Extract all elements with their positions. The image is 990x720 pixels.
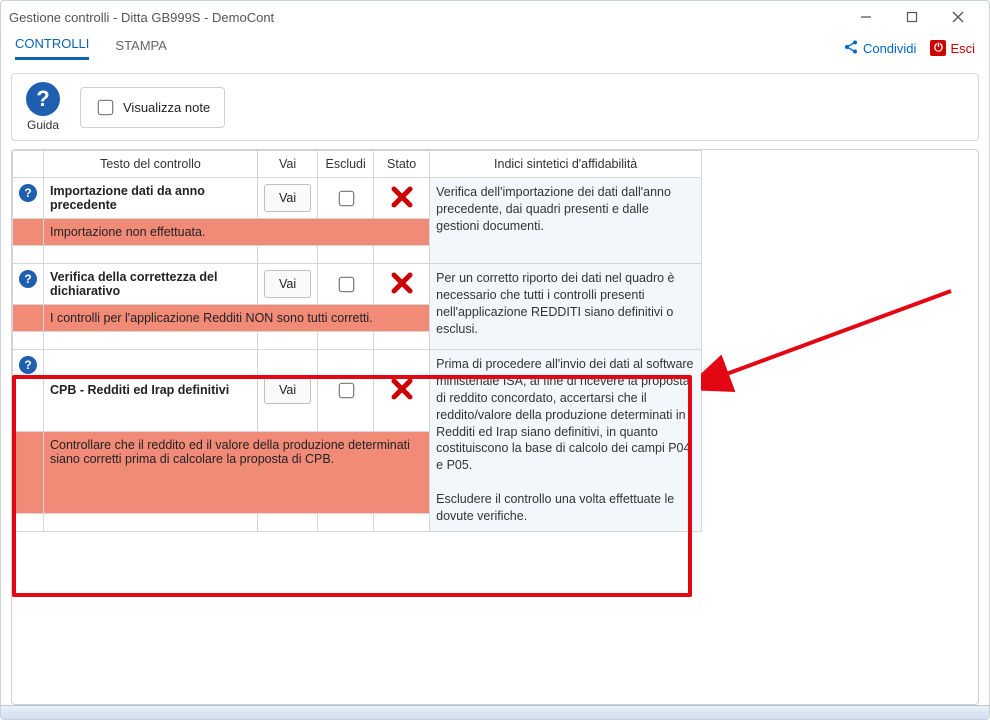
share-icon [843,39,859,58]
exclude-checkbox[interactable] [338,276,354,292]
fail-icon [390,377,414,404]
fail-icon [390,271,414,298]
share-label: Condividi [863,41,916,56]
header-testo: Testo del controllo [44,151,258,178]
tab-stampa[interactable]: STAMPA [115,38,167,59]
control-title: Importazione dati da anno precedente [44,178,258,219]
fail-icon [390,185,414,212]
power-icon: ⏻ [930,40,946,56]
share-button[interactable]: Condividi [843,39,916,58]
title-bar: Gestione controlli - Ditta GB999S - Demo… [1,1,989,33]
row-help-icon[interactable]: ? [19,184,37,202]
close-button[interactable] [935,1,981,33]
header-escludi: Escludi [318,151,374,178]
control-title: CPB - Redditi ed Irap definitivi [44,350,258,432]
status-cell [374,350,430,432]
control-description: Prima di procedere all'invio dei dati al… [430,350,702,532]
help-icon: ? [26,82,60,116]
row-help-icon[interactable]: ? [19,356,37,374]
visualizza-note-panel: Visualizza note [80,87,225,128]
vai-button[interactable]: Vai [264,270,311,298]
control-error: Importazione non effettuata. [44,219,430,246]
header-help [13,151,44,178]
row-help-icon[interactable]: ? [19,270,37,288]
visualizza-note-label: Visualizza note [123,100,210,115]
visualizza-note-checkbox[interactable] [98,99,114,115]
tab-controlli[interactable]: CONTROLLI [15,36,89,60]
exclude-checkbox[interactable] [338,383,354,399]
header-indici: Indici sintetici d'affidabilità [430,151,702,178]
header-vai: Vai [258,151,318,178]
minimize-button[interactable] [843,1,889,33]
status-cell [374,264,430,305]
status-cell [374,178,430,219]
control-title: Verifica della correttezza del dichiarat… [44,264,258,305]
guide-label: Guida [27,118,59,132]
maximize-button[interactable] [889,1,935,33]
header-stato: Stato [374,151,430,178]
control-description: Verifica dell'importazione dei dati dall… [430,178,702,264]
exclude-checkbox[interactable] [338,190,354,206]
tab-bar: CONTROLLI STAMPA Condividi ⏻ Esci [1,33,989,63]
exit-label: Esci [950,41,975,56]
controls-grid: Testo del controllo Vai Escludi Stato In… [11,149,979,705]
vai-button[interactable]: Vai [264,184,311,212]
window-title: Gestione controlli - Ditta GB999S - Demo… [9,10,843,25]
control-error: I controlli per l'applicazione Redditi N… [44,305,430,332]
vai-button[interactable]: Vai [264,376,311,404]
control-error: Controllare che il reddito ed il valore … [44,431,430,513]
exit-button[interactable]: ⏻ Esci [930,40,975,56]
control-description: Per un corretto riporto dei dati nel qua… [430,264,702,350]
toolbar-panel: ? Guida Visualizza note [11,73,979,141]
status-bar [1,705,989,719]
guide-button[interactable]: ? Guida [22,82,64,132]
